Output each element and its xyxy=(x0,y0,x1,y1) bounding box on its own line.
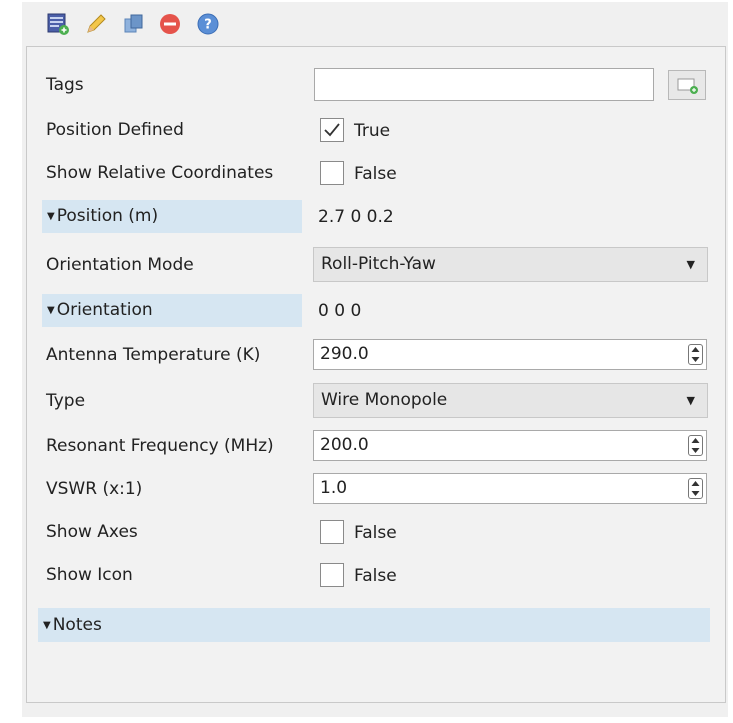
antenna-temperature-label: Antenna Temperature (K) xyxy=(46,345,261,365)
spinner-arrows-icon[interactable] xyxy=(688,344,703,365)
orientation-mode-select[interactable]: Roll-Pitch-Yaw ▼ xyxy=(313,247,708,282)
antenna-temperature-value: 290.0 xyxy=(320,344,369,364)
svg-text:?: ? xyxy=(204,18,212,33)
orientation-value: 0 0 0 xyxy=(318,301,362,321)
edit-icon[interactable] xyxy=(84,12,108,36)
add-tag-button[interactable] xyxy=(668,70,706,100)
type-value: Wire Monopole xyxy=(321,390,448,410)
orientation-group-label: Orientation xyxy=(56,300,153,320)
check-icon xyxy=(324,123,340,137)
type-select[interactable]: Wire Monopole ▼ xyxy=(313,383,708,418)
tags-input[interactable] xyxy=(314,68,654,101)
notes-group-header[interactable]: ▼ Notes xyxy=(38,608,710,642)
orientation-mode-value: Roll-Pitch-Yaw xyxy=(321,254,436,274)
toolbar: ? xyxy=(22,12,222,42)
antenna-temperature-input[interactable]: 290.0 xyxy=(313,339,707,370)
position-defined-label: Position Defined xyxy=(46,120,184,140)
collapse-triangle-icon: ▼ xyxy=(43,620,51,631)
show-axes-checkbox[interactable] xyxy=(320,520,344,544)
copy-icon[interactable] xyxy=(122,12,146,36)
show-icon-label: Show Icon xyxy=(46,565,133,585)
collapse-triangle-icon: ▼ xyxy=(47,305,55,316)
position-value: 2.7 0 0.2 xyxy=(318,207,394,227)
dropdown-arrow-icon: ▼ xyxy=(686,394,695,407)
tags-label: Tags xyxy=(46,75,84,95)
position-group-header[interactable]: ▼ Position (m) xyxy=(42,200,302,233)
dropdown-arrow-icon: ▼ xyxy=(686,258,695,271)
resonant-frequency-value: 200.0 xyxy=(320,435,369,455)
vswr-label: VSWR (x:1) xyxy=(46,479,143,499)
property-panel xyxy=(26,46,726,703)
show-icon-value: False xyxy=(354,566,397,586)
properties-icon[interactable] xyxy=(46,12,70,36)
show-axes-label: Show Axes xyxy=(46,522,138,542)
type-label: Type xyxy=(46,391,86,411)
position-defined-value: True xyxy=(354,121,391,141)
orientation-group-header[interactable]: ▼ Orientation xyxy=(42,294,302,327)
show-axes-value: False xyxy=(354,523,397,543)
notes-group-label: Notes xyxy=(52,615,102,635)
show-relative-coordinates-label: Show Relative Coordinates xyxy=(46,163,274,183)
position-group-label: Position (m) xyxy=(56,206,159,226)
add-tag-icon xyxy=(677,78,698,94)
delete-icon[interactable] xyxy=(158,12,182,36)
vswr-input[interactable]: 1.0 xyxy=(313,473,707,504)
show-relative-coordinates-checkbox[interactable] xyxy=(320,161,344,185)
collapse-triangle-icon: ▼ xyxy=(47,211,55,222)
resonant-frequency-input[interactable]: 200.0 xyxy=(313,430,707,461)
show-icon-checkbox[interactable] xyxy=(320,563,344,587)
vswr-value: 1.0 xyxy=(320,478,348,498)
spinner-arrows-icon[interactable] xyxy=(688,435,703,456)
help-icon[interactable]: ? xyxy=(196,12,220,36)
position-defined-checkbox[interactable] xyxy=(320,118,344,142)
orientation-mode-label: Orientation Mode xyxy=(46,255,194,275)
resonant-frequency-label: Resonant Frequency (MHz) xyxy=(46,436,274,456)
spinner-arrows-icon[interactable] xyxy=(688,478,703,499)
show-relative-coordinates-value: False xyxy=(354,164,397,184)
